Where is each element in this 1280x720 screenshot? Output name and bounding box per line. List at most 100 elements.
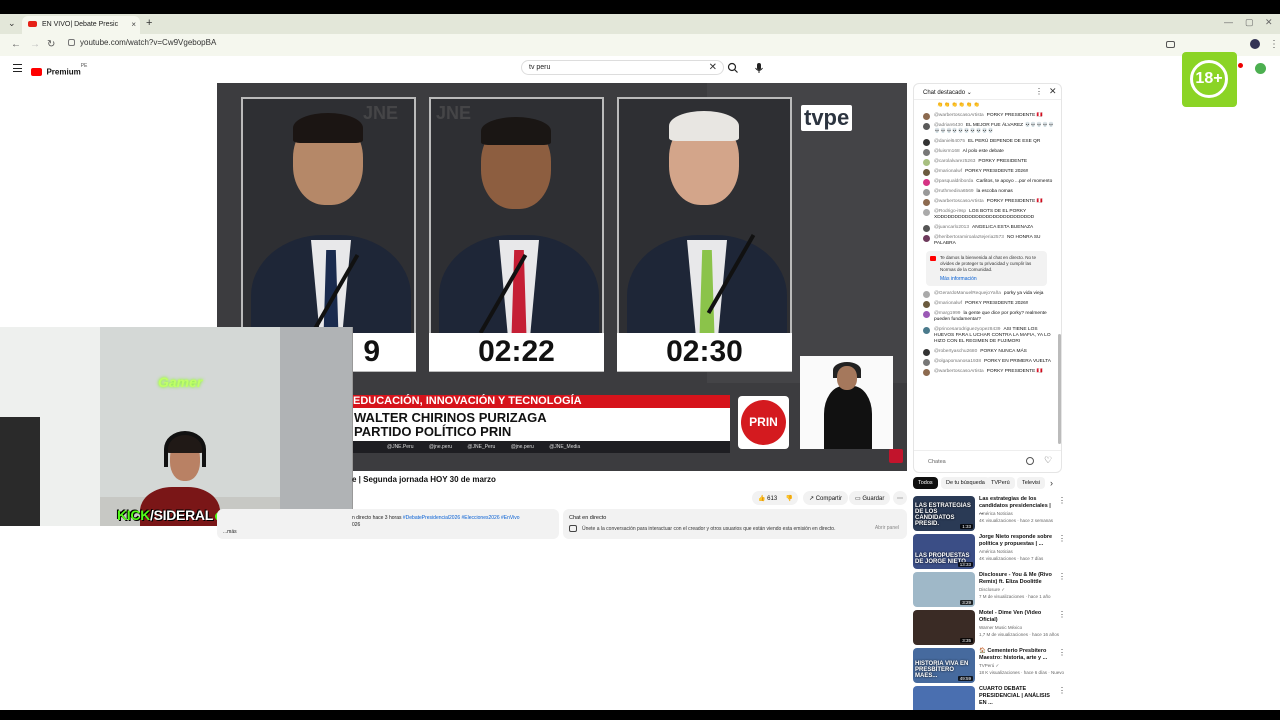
description-more-link[interactable]: ...más — [223, 529, 237, 535]
chat-author[interactable]: @adrian6430 — [934, 123, 963, 128]
url-field[interactable]: youtube.com/watch?v=Cw9VgebopBA — [68, 38, 216, 47]
chat-author[interactable]: @marionalwf — [934, 169, 962, 174]
chat-avatar[interactable] — [923, 369, 930, 376]
chat-avatar[interactable] — [923, 169, 930, 176]
chat-avatar[interactable] — [923, 113, 930, 120]
chat-avatar[interactable] — [923, 349, 930, 356]
maximize-icon[interactable]: ▢ — [1245, 17, 1254, 28]
browser-menu-icon[interactable]: ⋮ — [1269, 39, 1279, 50]
chat-avatar[interactable] — [923, 209, 930, 216]
recommended-video[interactable]: 3:29 Disclosure - You & Me (Rivo Remix) f… — [913, 572, 1066, 608]
new-tab-button[interactable]: + — [146, 17, 152, 29]
description-hashtags[interactable]: #DebatePresidencial2026 #Elecciones2026 … — [403, 515, 520, 521]
thumbs-down-icon[interactable]: 👎 — [786, 496, 793, 502]
window-close-icon[interactable]: ✕ — [1265, 17, 1273, 28]
channel-name[interactable]: Warner Music México — [979, 625, 1022, 630]
more-actions-button[interactable]: ⋯ — [893, 491, 907, 505]
back-icon[interactable]: ← — [11, 39, 21, 50]
chip-television[interactable]: Televisi — [1017, 477, 1046, 489]
video-thumbnail[interactable]: LAS PROPUESTAS DE JORGE NIETO 13:33 — [913, 534, 975, 569]
chat-author[interactable]: @Rodrigo-i9sp — [934, 209, 966, 214]
more-info-link[interactable]: Más información — [940, 276, 1043, 282]
emoji-icon[interactable] — [1026, 457, 1034, 465]
video-thumbnail[interactable] — [913, 686, 975, 710]
chat-author[interactable]: @GerardoManuelRequejoYaña — [934, 291, 1001, 296]
chat-avatar[interactable] — [923, 123, 930, 130]
more-options-icon[interactable]: ⋮ — [1058, 648, 1066, 657]
chat-author[interactable]: @robertyaschu2680 — [934, 349, 977, 354]
video-title[interactable]: Jorge Nieto responde sobre política y pr… — [979, 534, 1055, 548]
chat-avatar[interactable] — [923, 311, 930, 318]
chat-author[interactable]: @olgapomanosa1938 — [934, 359, 981, 364]
chat-author[interactable]: @warbertoscasoArtista — [934, 369, 984, 374]
user-avatar[interactable] — [1255, 63, 1266, 74]
youtube-logo[interactable]: PremiumPE — [31, 63, 87, 81]
video-thumbnail[interactable]: HISTORIA VIVA EN PRESBÍTERO MAES... 49:59 — [913, 648, 975, 683]
chat-author[interactable]: @princesarodriguezyopez8439 — [934, 327, 1000, 332]
chat-mode-dropdown[interactable]: Chat destacado ⌄ — [923, 89, 972, 96]
recommended-video[interactable]: 3:35 Motel - Dime Ven (Video Oficial) Warn… — [913, 610, 1066, 646]
video-title[interactable]: 🏠 Cementerio Presbítero Maestro: histori… — [979, 648, 1055, 662]
search-input[interactable]: tv peru ✕ — [521, 60, 724, 75]
channel-name[interactable]: América Noticias — [979, 549, 1013, 554]
search-icon[interactable] — [727, 62, 739, 74]
chat-avatar[interactable] — [923, 291, 930, 298]
heart-icon[interactable]: ♡ — [1044, 455, 1052, 466]
chat-author[interactable]: @pasqualdriborda — [934, 179, 973, 184]
open-panel-button[interactable]: Abrir panel — [875, 525, 899, 531]
chat-author[interactable]: @marg1999 — [934, 311, 960, 316]
like-button[interactable]: 👍 613 👎 — [752, 491, 798, 505]
chat-avatar[interactable] — [923, 199, 930, 206]
channel-name[interactable]: TVPerú ✓ — [979, 663, 999, 669]
chat-input[interactable]: Chatea ♡ — [914, 450, 1061, 472]
chat-author[interactable]: @warbertoscasoArtista — [934, 199, 984, 204]
chat-scrollbar[interactable] — [1058, 334, 1061, 444]
more-options-icon[interactable]: ⋮ — [1058, 534, 1066, 543]
chat-author[interactable]: @daniel64075 — [934, 139, 965, 144]
chat-avatar[interactable] — [923, 139, 930, 146]
more-options-icon[interactable]: ⋮ — [1058, 686, 1066, 695]
chat-author[interactable]: @juancarlo2013 — [934, 225, 969, 230]
chat-author[interactable]: @warbertoscasoArtista — [934, 113, 984, 118]
microphone-icon[interactable] — [752, 61, 766, 75]
description-box[interactable]: n directo hace 3 horas #DebatePresidenci… — [217, 509, 559, 539]
chat-avatar[interactable] — [923, 225, 930, 232]
video-thumbnail[interactable]: 3:35 — [913, 610, 975, 645]
video-title[interactable]: Disclosure - You & Me (Rivo Remix) ft. E… — [979, 572, 1055, 586]
chat-avatar[interactable] — [923, 235, 930, 242]
chat-avatar[interactable] — [923, 179, 930, 186]
channel-name[interactable]: Disclosure ✓ — [979, 587, 1005, 593]
video-title[interactable]: CUARTO DEBATE PRESIDENCIAL | ANÁLISIS EN… — [979, 686, 1055, 707]
chat-author[interactable]: @marionalwf — [934, 301, 962, 306]
chat-close-icon[interactable]: ✕ — [1049, 86, 1057, 97]
reload-icon[interactable]: ↻ — [47, 39, 55, 50]
tab-list-chevron-icon[interactable]: ⌄ — [8, 18, 16, 29]
chat-author[interactable]: @luisrm168 — [934, 149, 960, 154]
chat-avatar[interactable] — [923, 327, 930, 334]
recommended-video[interactable]: LAS PROPUESTAS DE JORGE NIETO 13:33 Jorge … — [913, 534, 1066, 570]
clear-search-icon[interactable]: ✕ — [709, 62, 717, 73]
chips-next-icon[interactable]: › — [1050, 478, 1053, 488]
chat-avatar[interactable] — [923, 189, 930, 196]
chat-avatar[interactable] — [923, 103, 930, 110]
chip-from-search[interactable]: De tu búsqueda — [941, 477, 990, 489]
tab-close-icon[interactable]: × — [131, 20, 136, 29]
chat-author[interactable]: @ruthmedina6569 — [934, 189, 974, 194]
chat-avatar[interactable] — [923, 159, 930, 166]
chat-avatar[interactable] — [923, 149, 930, 156]
cast-icon[interactable] — [1166, 41, 1175, 48]
minimize-icon[interactable]: — — [1224, 17, 1233, 27]
chip-all[interactable]: Todos — [913, 477, 938, 489]
recommended-video[interactable]: LAS ESTRATEGIAS DE LOS CANDIDATOS PRESID… — [913, 496, 1066, 532]
recommended-video[interactable]: HISTORIA VIVA EN PRESBÍTERO MAES... 49:59… — [913, 648, 1066, 684]
chat-avatar[interactable] — [923, 301, 930, 308]
browser-tab[interactable]: EN VIVO| Debate Presic × — [22, 16, 140, 34]
forward-icon[interactable]: → — [30, 39, 40, 50]
video-thumbnail[interactable]: 3:29 — [913, 572, 975, 607]
more-options-icon[interactable]: ⋮ — [1058, 496, 1066, 505]
video-thumbnail[interactable]: LAS ESTRATEGIAS DE LOS CANDIDATOS PRESID… — [913, 496, 975, 531]
chat-avatar[interactable] — [923, 359, 930, 366]
chat-author[interactable]: @heribertoramiroalaztejeria2573 — [934, 235, 1004, 240]
save-button[interactable]: ▭ Guardar — [849, 491, 891, 505]
chip-tvperu[interactable]: TVPerú — [986, 477, 1015, 489]
